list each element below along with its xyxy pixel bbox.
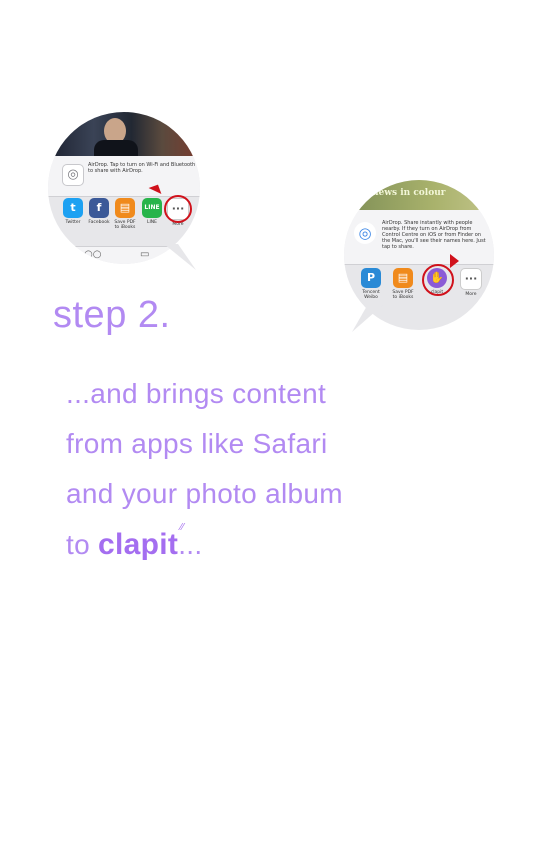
highlight-ring (164, 195, 192, 223)
app-label: LINE (146, 220, 158, 225)
webpage-banner: news in colour (344, 180, 494, 210)
app-label: Tencent Weibo (362, 290, 380, 300)
body-line-4: to clapit ⁄⁄... (66, 522, 203, 562)
glasses-icon: ○○ (84, 249, 102, 260)
airdrop-row: ◎ AirDrop. Tap to turn on Wi-Fi and Blue… (48, 156, 200, 197)
body-line-2: from apps like Safari (66, 428, 328, 459)
share-sheet-bubble-safari: ◎ AirDrop. Tap to turn on Wi-Fi and Blue… (48, 112, 208, 272)
speech-bubble-tail (352, 304, 384, 332)
share-app-facebook: f Facebook (88, 198, 110, 225)
airdrop-icon: ◎ (354, 222, 376, 244)
clap-sparks-icon: ⁄⁄ (180, 522, 185, 533)
body-line-4-prefix: to (66, 529, 99, 560)
ibooks-icon: ▤ (393, 268, 413, 288)
webpage-photo (48, 112, 200, 160)
highlight-ring (422, 264, 454, 296)
app-label: More (465, 292, 477, 297)
app-label: Facebook (88, 220, 110, 225)
speech-bubble-tail (164, 244, 196, 270)
brand-name: clapit (98, 528, 179, 561)
banner-title: news in colour (372, 188, 446, 198)
app-label: Save PDF to iBooks (114, 220, 136, 230)
airdrop-icon: ◎ (62, 164, 84, 186)
body-line-3: and your photo album (66, 478, 343, 509)
line-icon: LINE (142, 198, 162, 218)
share-app-ibooks: ▤ Save PDF to iBooks (392, 268, 414, 300)
app-label: Save PDF to iBooks (392, 290, 414, 300)
app-label: Twitter (65, 220, 81, 225)
share-apps-row: t Twitter f Facebook ▤ Save PDF to iBook… (48, 184, 200, 238)
more-icon: ··· (460, 268, 482, 290)
share-app-ibooks: ▤ Save PDF to iBooks (114, 198, 136, 230)
red-arrow-pointer (450, 254, 459, 268)
tencent-weibo-icon: P (361, 268, 381, 288)
airdrop-row: ◎ AirDrop. Share instantly with people n… (344, 210, 494, 265)
share-sheet-bubble-clapit: news in colour ◎ AirDrop. Share instantl… (344, 180, 500, 336)
bookmark-icon: ▭ (140, 249, 150, 260)
clapit-logo: clapit ⁄⁄ (98, 522, 184, 561)
share-app-tencent-weibo: P Tencent Weibo (360, 268, 382, 300)
step-heading: step 2. (53, 294, 171, 336)
share-app-twitter: t Twitter (62, 198, 84, 225)
ibooks-icon: ▤ (115, 198, 135, 218)
airdrop-description: AirDrop. Tap to turn on Wi-Fi and Blueto… (88, 162, 196, 174)
share-app-more: ··· More (460, 268, 482, 297)
twitter-icon: t (63, 198, 83, 218)
body-line-1: ...and brings content (66, 378, 327, 409)
share-app-line: LINE LINE (141, 198, 163, 225)
airdrop-description: AirDrop. Share instantly with people nea… (382, 220, 486, 250)
body-line-4-suffix: ... (178, 529, 203, 560)
facebook-icon: f (89, 198, 109, 218)
